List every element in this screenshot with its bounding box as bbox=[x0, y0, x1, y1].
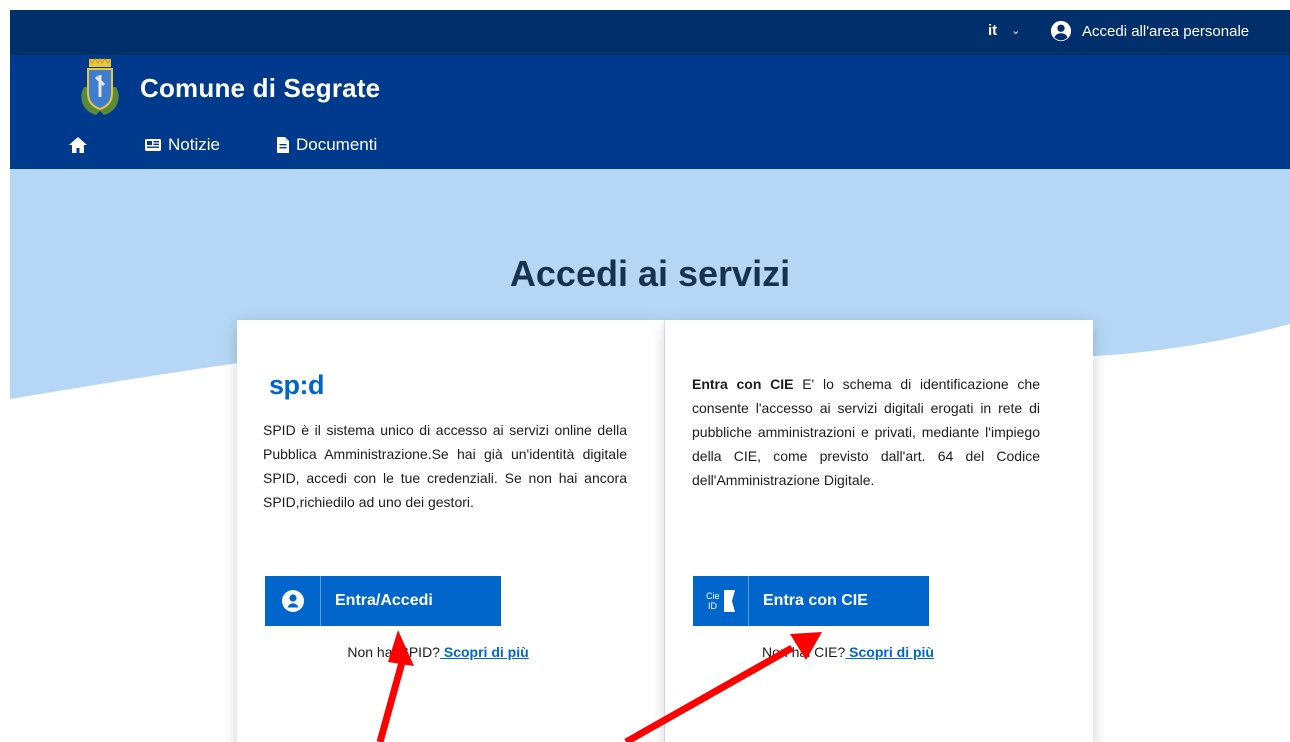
cie-icon-text-top: Cie bbox=[706, 591, 720, 601]
newspaper-icon bbox=[145, 139, 161, 151]
cie-icon-text-bottom: ID bbox=[708, 601, 718, 611]
login-section: Accedi ai servizi sp:d SPID è il sistema… bbox=[10, 169, 1290, 742]
spid-more-prefix: Non hai SPID? bbox=[347, 644, 440, 660]
spid-login-label: Entra/Accedi bbox=[335, 592, 433, 609]
brand[interactable]: Comune di Segrate bbox=[76, 57, 380, 119]
home-icon bbox=[69, 137, 87, 153]
nav-item-home[interactable] bbox=[68, 136, 88, 154]
cie-learn-more-link[interactable]: Scopri di più bbox=[845, 644, 934, 660]
nav-item-news-label: Notizie bbox=[168, 135, 220, 154]
nav-item-documents[interactable]: Documenti bbox=[276, 135, 377, 155]
spid-button-icon-box bbox=[265, 576, 321, 626]
cie-button-icon-box: Cie ID bbox=[693, 576, 749, 626]
language-selector[interactable]: it ⌄ bbox=[988, 22, 1020, 39]
personal-area-login-link[interactable]: Accedi all'area personale bbox=[1050, 20, 1249, 42]
personal-area-login-label: Accedi all'area personale bbox=[1082, 22, 1250, 40]
chevron-down-icon: ⌄ bbox=[1011, 25, 1021, 37]
spid-card: sp:d SPID è il sistema unico di accesso … bbox=[237, 320, 665, 742]
page-title: Accedi ai servizi bbox=[509, 253, 791, 294]
municipality-crest-icon bbox=[81, 57, 119, 115]
brand-name: Comune di Segrate bbox=[140, 72, 381, 103]
cie-description: Entra con CIE E' lo schema di identifica… bbox=[692, 372, 1040, 492]
user-circle-icon bbox=[281, 590, 304, 612]
cie-description-bold: Entra con CIE bbox=[692, 376, 794, 392]
spid-login-button[interactable]: Entra/Accedi bbox=[265, 576, 501, 626]
main-navigation: Notizie Documenti bbox=[68, 135, 377, 155]
cie-login-button[interactable]: Cie ID Entra con CIE bbox=[693, 576, 929, 626]
cie-more-prefix: Non hai CIE? bbox=[762, 644, 846, 660]
user-circle-icon bbox=[1050, 20, 1072, 42]
spid-more-info: Non hai SPID? Scopri di più bbox=[224, 644, 652, 660]
cie-more-info: Non hai CIE? Scopri di più bbox=[634, 644, 1062, 660]
spid-learn-more-link[interactable]: Scopri di più bbox=[440, 644, 529, 660]
cie-card: Entra con CIE E' lo schema di identifica… bbox=[665, 320, 1093, 742]
document-icon bbox=[276, 137, 289, 153]
cie-description-text: E' lo schema di identificazione che cons… bbox=[692, 376, 1040, 488]
site-header: Comune di Segrate Notizie Documenti bbox=[10, 55, 1290, 169]
spid-description: SPID è il sistema unico di accesso ai se… bbox=[263, 422, 627, 510]
cie-id-icon: Cie ID bbox=[706, 590, 735, 612]
spid-logo: sp:d bbox=[269, 370, 325, 400]
nav-item-documents-label: Documenti bbox=[295, 135, 378, 154]
top-bar: it ⌄ Accedi all'area personale bbox=[10, 10, 1290, 55]
nav-item-news[interactable]: Notizie bbox=[144, 135, 220, 155]
language-label: it bbox=[988, 22, 998, 39]
cie-login-label: Entra con CIE bbox=[763, 592, 868, 609]
